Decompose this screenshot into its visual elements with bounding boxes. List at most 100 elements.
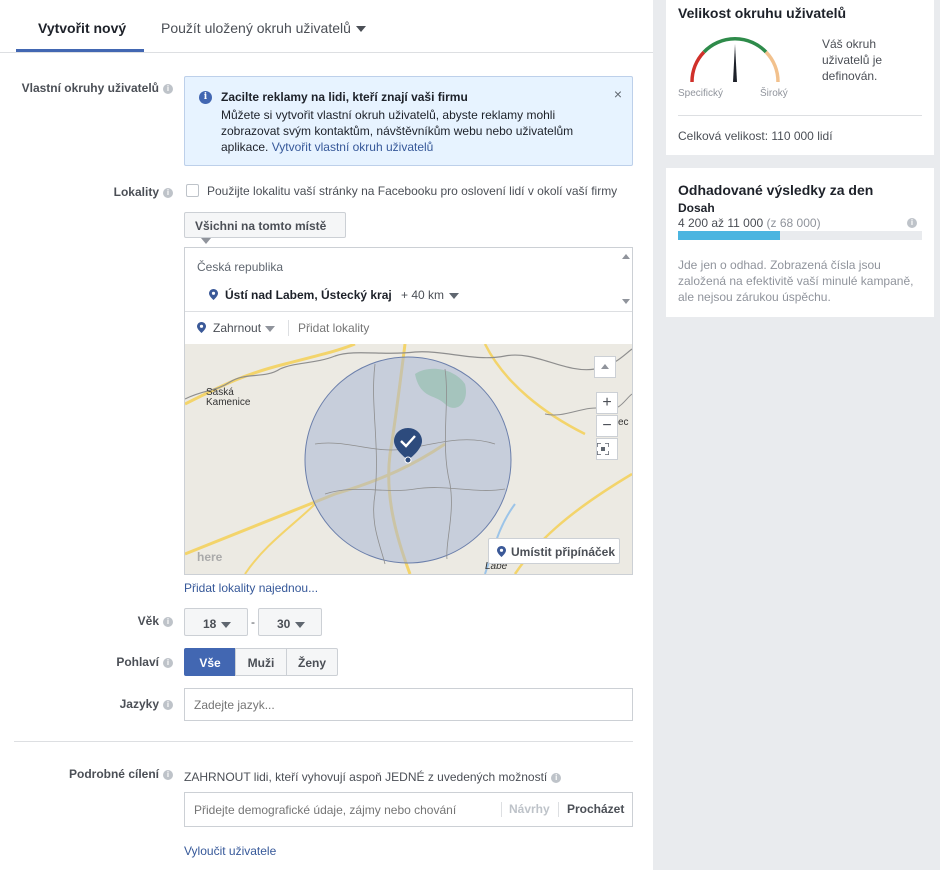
suggestions-button[interactable]: Návrhy xyxy=(509,802,550,816)
reach-range-value: 4 200 až 11 000 xyxy=(678,216,764,230)
location-pin-icon xyxy=(209,289,218,300)
custom-audience-notice: i Zacilte reklamy na lidi, kteří znají v… xyxy=(184,76,633,166)
age-label-text: Věk xyxy=(137,614,159,628)
reach-total: (z 68 000) xyxy=(766,216,821,230)
languages-label-text: Jazyky xyxy=(119,697,159,711)
detailed-targeting-include-text: ZAHRNOUT lidi, kteří vyhovují aspoň JEDN… xyxy=(184,770,562,784)
info-icon[interactable]: i xyxy=(163,616,173,627)
active-tab-indicator xyxy=(16,49,144,52)
age-max-select[interactable]: 30 xyxy=(258,608,322,636)
tab-use-saved-audience[interactable]: Použít uložený okruh uživatelů xyxy=(161,20,366,36)
close-icon[interactable]: × xyxy=(614,86,622,102)
location-include-row: Zahrnout xyxy=(185,311,632,343)
audience-definition-text: Váš okruh uživatelů je definován. xyxy=(822,37,883,83)
caret-down-icon xyxy=(201,237,211,244)
create-custom-audience-link[interactable]: Vytvořit vlastní okruh uživatelů xyxy=(272,140,434,154)
selected-country: Česká republika xyxy=(197,260,284,274)
radius-dropdown[interactable]: + 40 km xyxy=(401,288,460,302)
gender-all-button[interactable]: Vše xyxy=(184,648,236,676)
info-icon[interactable]: i xyxy=(163,699,173,710)
include-exclude-dropdown[interactable]: Zahrnout xyxy=(213,321,276,335)
fullscreen-button[interactable] xyxy=(596,438,618,460)
drop-pin-label: Umístit připínáček xyxy=(511,545,616,559)
notice-body: Můžete si vytvořit vlastní okruh uživate… xyxy=(221,107,601,155)
notice-title: Zacilte reklamy na lidi, kteří znají vaš… xyxy=(221,90,468,104)
map-collapse-button[interactable] xyxy=(594,356,616,378)
bulk-add-locations-link[interactable]: Přidat lokality najednou... xyxy=(184,581,318,595)
scroll-up-icon[interactable] xyxy=(622,254,630,259)
targeting-form: Vytvořit nový Použít uložený okruh uživa… xyxy=(0,0,653,870)
include-mode-value: Zahrnout xyxy=(213,321,262,335)
age-min-value: 18 xyxy=(203,617,217,631)
detailed-targeting-label: Podrobné cílení i xyxy=(69,767,173,781)
caret-down-icon xyxy=(295,621,306,628)
gender-label-text: Pohlaví xyxy=(116,655,159,669)
location-map[interactable]: Saská Kamenice Labe here ec + − Umístit … xyxy=(185,344,632,574)
fullscreen-icon xyxy=(597,443,609,455)
age-range-separator: - xyxy=(251,615,255,629)
scroll-down-icon[interactable] xyxy=(622,299,630,304)
location-people-dropdown[interactable]: Všichni na tomto místě xyxy=(184,212,346,244)
radius-value: + 40 km xyxy=(401,288,445,302)
zoom-in-button[interactable]: + xyxy=(596,392,618,414)
detailed-targeting-label-text: Podrobné cílení xyxy=(68,767,159,781)
audience-size-title: Velikost okruhu uživatelů xyxy=(678,5,847,21)
info-icon[interactable]: i xyxy=(163,83,173,94)
tab-use-saved-label: Použít uložený okruh uživatelů xyxy=(161,20,351,36)
location-selector: Česká republika Ústí nad Labem, Ústecký … xyxy=(184,247,633,575)
zoom-out-button[interactable]: − xyxy=(596,415,618,437)
location-list-scrollbar[interactable] xyxy=(619,248,632,310)
custom-audiences-label-text: Vlastní okruhy uživatelů xyxy=(21,81,159,95)
info-icon[interactable]: i xyxy=(907,218,917,228)
language-input[interactable] xyxy=(184,688,633,721)
reach-bar-fill xyxy=(678,231,781,240)
info-icon[interactable]: i xyxy=(163,769,173,780)
age-label: Věk i xyxy=(138,614,173,628)
reach-range: 4 200 až 11 000 (z 68 000) xyxy=(678,216,821,230)
divider xyxy=(288,320,289,336)
drop-pin-button[interactable]: Umístit připínáček xyxy=(488,538,620,564)
location-pin-icon xyxy=(497,546,506,557)
potential-reach-text: Celková velikost: 110 000 lidí xyxy=(678,129,833,143)
exclude-people-link[interactable]: Vyloučit uživatele xyxy=(184,844,276,858)
caret-down-icon xyxy=(355,26,366,33)
location-pin-icon xyxy=(197,322,206,333)
audience-gauge-icon xyxy=(690,37,780,83)
map-watermark: here xyxy=(197,550,223,564)
languages-label: Jazyky i xyxy=(120,697,173,711)
include-text: ZAHRNOUT lidi, kteří vyhovují aspoň JEDN… xyxy=(184,770,548,784)
add-location-input[interactable] xyxy=(298,321,598,335)
detailed-targeting-box: Návrhy Procházet xyxy=(184,792,633,827)
info-icon: i xyxy=(199,91,212,104)
map-edge-label: ec xyxy=(618,417,629,428)
locations-label-text: Lokality xyxy=(113,185,159,199)
audience-size-card: Velikost okruhu uživatelů Specifický Šir… xyxy=(666,0,934,155)
map-town-label: Saská Kamenice xyxy=(206,387,251,408)
caret-down-icon xyxy=(265,325,276,332)
chevron-up-icon xyxy=(601,363,609,369)
detailed-targeting-input[interactable] xyxy=(185,793,500,826)
tab-create-new[interactable]: Vytvořit nový xyxy=(38,20,126,36)
gauge-specific-label: Specifický xyxy=(678,88,724,99)
gender-label: Pohlaví i xyxy=(116,655,173,669)
gender-men-button[interactable]: Muži xyxy=(235,648,287,676)
page-location-checkbox-label[interactable]: Použijte lokalitu vaší stránky na Facebo… xyxy=(207,184,617,198)
caret-down-icon xyxy=(449,292,460,299)
page-location-checkbox[interactable] xyxy=(186,184,199,197)
gender-women-button[interactable]: Ženy xyxy=(286,648,338,676)
custom-audiences-label: Vlastní okruhy uživatelů i xyxy=(22,81,173,95)
daily-results-title: Odhadované výsledky za den xyxy=(678,182,874,198)
reach-bar xyxy=(678,231,922,240)
divider xyxy=(678,115,922,116)
browse-button[interactable]: Procházet xyxy=(567,802,624,816)
estimate-disclaimer: Jde jen o odhad. Zobrazená čísla jsou za… xyxy=(678,258,914,304)
caret-down-icon xyxy=(221,621,232,628)
info-icon[interactable]: i xyxy=(163,657,173,668)
section-divider xyxy=(14,741,633,742)
info-icon[interactable]: i xyxy=(551,772,562,783)
selected-city: Ústí nad Labem, Ústecký kraj xyxy=(225,288,392,302)
info-icon[interactable]: i xyxy=(163,187,173,198)
age-max-value: 30 xyxy=(277,617,291,631)
daily-results-card: Odhadované výsledky za den Dosah 4 200 a… xyxy=(666,168,934,317)
age-min-select[interactable]: 18 xyxy=(184,608,248,636)
